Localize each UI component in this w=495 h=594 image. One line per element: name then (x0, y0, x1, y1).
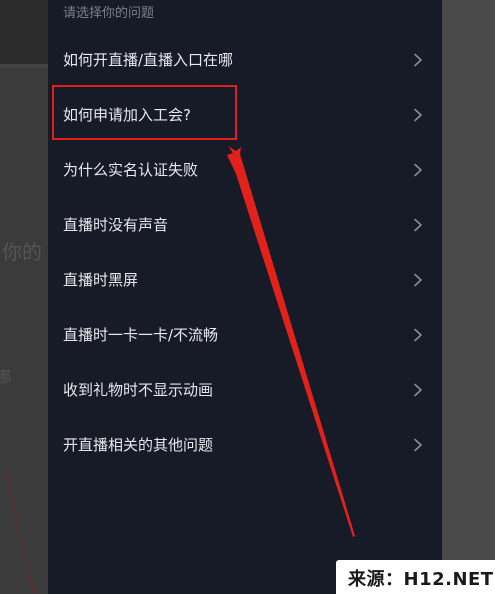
question-item[interactable]: 如何开直播/直播入口在哪 (48, 32, 442, 87)
chevron-right-icon (414, 218, 422, 232)
question-item[interactable]: 直播时黑屏 (48, 252, 442, 307)
question-item[interactable]: 直播时没有声音 (48, 197, 442, 252)
highlight-box (52, 85, 237, 140)
background-text-fragment: 你的 (2, 240, 42, 264)
watermark: 来源：H12.NET (336, 560, 495, 594)
question-label: 如何开直播/直播入口在哪 (63, 51, 234, 69)
question-item[interactable]: 为什么实名认证失败 (48, 142, 442, 197)
background-right-area (442, 0, 495, 594)
background-divider (0, 64, 48, 68)
question-item[interactable]: 直播时一卡一卡/不流畅 (48, 307, 442, 362)
question-label: 直播时没有声音 (63, 216, 169, 234)
chevron-right-icon (414, 383, 422, 397)
chevron-right-icon (414, 328, 422, 342)
background-left-area: 你的 哪 (0, 0, 48, 594)
chevron-right-icon (414, 108, 422, 122)
background-decoration (5, 470, 35, 594)
question-label: 为什么实名认证失败 (63, 161, 199, 179)
question-item[interactable]: 收到礼物时不显示动画 (48, 362, 442, 417)
panel-header: 请选择你的问题 (63, 6, 155, 21)
background-text-fragment: 哪 (0, 368, 12, 386)
question-label: 开直播相关的其他问题 (63, 436, 214, 454)
background-top-bar (0, 0, 48, 64)
chevron-right-icon (414, 163, 422, 177)
watermark-text: 来源：H12.NET (348, 569, 494, 590)
chevron-right-icon (414, 273, 422, 287)
chevron-right-icon (414, 438, 422, 452)
question-label: 直播时黑屏 (63, 271, 139, 289)
question-label: 收到礼物时不显示动画 (63, 381, 214, 399)
question-label: 直播时一卡一卡/不流畅 (63, 326, 219, 344)
question-item[interactable]: 开直播相关的其他问题 (48, 417, 442, 472)
chevron-right-icon (414, 53, 422, 67)
